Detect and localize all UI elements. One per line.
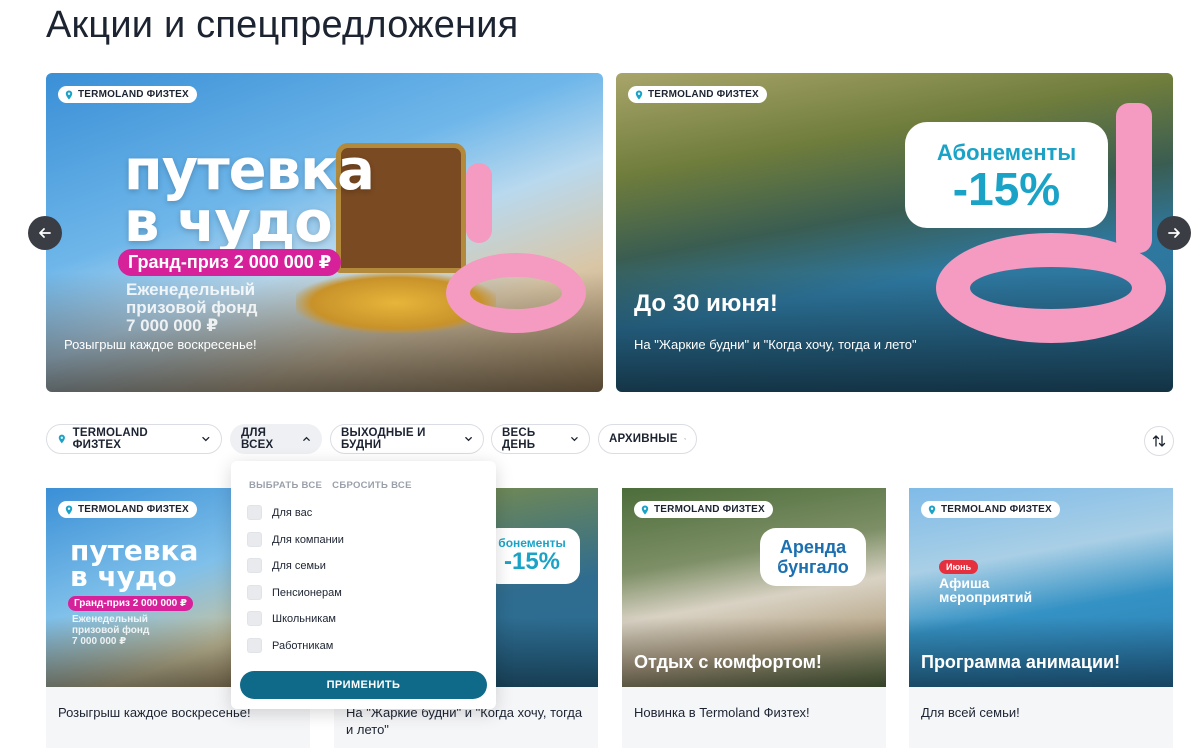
promo-card-bungalow[interactable]: TERMOLAND ФИЗТЕХ Аренда бунгало Отдых с … (622, 488, 886, 748)
location-badge-label: TERMOLAND ФИЗТЕХ (78, 89, 189, 100)
weekly-fund-text: Еженедельный призовой фонд 7 000 000 ₽ (126, 280, 258, 335)
sort-arrows-icon (1152, 435, 1166, 447)
promo-card-animation[interactable]: TERMOLAND ФИЗТЕХ Июнь Афиша мероприятий … (909, 488, 1173, 748)
hero-banner-subscription-discount[interactable]: TERMOLAND ФИЗТЕХ До 30 июня! На "Жаркие … (616, 73, 1173, 392)
card-art-title: путевка в чудо (70, 534, 199, 593)
location-pin-icon (65, 90, 73, 99)
option-label: Для семьи (272, 559, 326, 572)
weekly-fund-text: Еженедельный призовой фонд 7 000 000 ₽ (72, 614, 150, 647)
arrow-right-icon (1168, 228, 1180, 238)
filter-audience[interactable]: ДЛЯ ВСЕХ (230, 424, 322, 454)
promo-card-image: TERMOLAND ФИЗТЕХ Июнь Афиша мероприятий … (909, 488, 1173, 687)
promo-card-image: TERMOLAND ФИЗТЕХ Аренда бунгало Отдых с … (622, 488, 886, 687)
flamingo-neck-image (466, 163, 492, 243)
filter-location[interactable]: TERMOLAND ФИЗТЕХ (46, 424, 222, 454)
option-label: Пенсионерам (272, 586, 342, 599)
promo-card-text: Новинка в Termoland Физтех! (634, 705, 810, 720)
audience-option-schoolchildren[interactable]: Школьникам (247, 611, 336, 626)
location-badge-label: TERMOLAND ФИЗТЕХ (941, 504, 1052, 515)
bungalow-rent-tag: Аренда бунгало (760, 528, 866, 586)
location-badge: TERMOLAND ФИЗТЕХ (628, 86, 767, 103)
flamingo-float-image (446, 253, 586, 333)
select-all-link[interactable]: ВЫБРАТЬ ВСЕ (249, 480, 322, 491)
carousel-next-button[interactable] (1157, 216, 1191, 250)
page-title: Акции и спецпредложения (46, 4, 519, 46)
filter-archive[interactable]: АРХИВНЫЕ (598, 424, 697, 454)
audience-option-employees[interactable]: Работникам (247, 638, 333, 653)
option-label: Для вас (272, 506, 313, 519)
card-overlay-title: Программа анимации! (921, 652, 1121, 672)
location-badge: TERMOLAND ФИЗТЕХ (634, 501, 773, 518)
location-pin-icon (65, 505, 73, 514)
arrow-left-icon (39, 228, 51, 238)
filter-time-label: ВЕСЬ ДЕНЬ (502, 427, 536, 451)
checkbox[interactable] (247, 638, 262, 653)
location-badge-label: TERMOLAND ФИЗТЕХ (648, 89, 759, 100)
audience-option-company[interactable]: Для компании (247, 532, 344, 547)
hero-headline: До 30 июня! (634, 290, 778, 317)
promo-card-text: На "Жаркие будни" и "Когда хочу, тогда и… (346, 705, 583, 737)
chevron-down-icon (202, 436, 210, 442)
location-badge-label: TERMOLAND ФИЗТЕХ (78, 504, 189, 515)
dropdown-actions: ВЫБРАТЬ ВСЕ СБРОСИТЬ ВСЕ (249, 480, 412, 491)
checkbox[interactable] (247, 558, 262, 573)
location-pin-icon (928, 505, 936, 514)
checkbox[interactable] (247, 611, 262, 626)
audience-option-pensioners[interactable]: Пенсионерам (247, 585, 342, 600)
discount-promo-card: Абонементы -15% (905, 122, 1108, 228)
location-badge-label: TERMOLAND ФИЗТЕХ (654, 504, 765, 515)
hero-banner-prize-draw[interactable]: TERMOLAND ФИЗТЕХ путевка в чудо Гранд-пр… (46, 73, 603, 392)
audience-dropdown: ВЫБРАТЬ ВСЕ СБРОСИТЬ ВСЕ Для вас Для ком… (231, 461, 496, 709)
filter-archive-label: АРХИВНЫЕ (609, 433, 678, 445)
discount-promo-card: бонементы -15% (484, 528, 580, 584)
hero-caption: Розыгрыш каждое воскресенье! (64, 337, 257, 352)
location-badge: TERMOLAND ФИЗТЕХ (58, 86, 197, 103)
option-label: Школьникам (272, 612, 336, 625)
filter-days[interactable]: ВЫХОДНЫЕ И БУДНИ (330, 424, 484, 454)
checkbox[interactable] (247, 585, 262, 600)
audience-option-for-you[interactable]: Для вас (247, 505, 312, 520)
checkbox[interactable] (247, 532, 262, 547)
flamingo-neck-image (1116, 103, 1152, 253)
apply-button[interactable]: ПРИМЕНИТЬ (240, 671, 487, 699)
sort-button[interactable] (1144, 426, 1174, 456)
location-pin-icon (635, 90, 643, 99)
promo-card-text: Для всей семьи! (921, 705, 1020, 720)
hero-caption: На "Жаркие будни" и "Когда хочу, тогда и… (634, 337, 917, 352)
checkbox[interactable] (247, 505, 262, 520)
events-poster-title: Афиша мероприятий (939, 575, 1033, 605)
grand-prize-badge: Гранд-приз 2 000 000 ₽ (68, 596, 193, 611)
chevron-down-icon (571, 437, 578, 442)
promo-line2: -15% (952, 163, 1061, 215)
option-label: Работникам (272, 639, 334, 652)
month-badge: Июнь (939, 560, 979, 574)
location-badge: TERMOLAND ФИЗТЕХ (921, 501, 1060, 518)
audience-option-family[interactable]: Для семьи (247, 558, 326, 573)
card-overlay-title: Отдых с комфортом! (634, 652, 822, 672)
chevron-down-icon (683, 438, 686, 440)
chevron-down-icon (465, 436, 472, 442)
grand-prize-badge: Гранд-приз 2 000 000 ₽ (118, 249, 342, 276)
hero-art-title: путевка в чудо (124, 138, 375, 255)
option-label: Для компании (272, 533, 344, 546)
filter-time[interactable]: ВЕСЬ ДЕНЬ (491, 424, 590, 454)
carousel-prev-button[interactable] (28, 216, 62, 250)
reset-all-link[interactable]: СБРОСИТЬ ВСЕ (332, 480, 412, 491)
filter-audience-label: ДЛЯ ВСЕХ (241, 427, 274, 451)
location-pin-icon (58, 434, 65, 444)
filter-days-label: ВЫХОДНЫЕ И БУДНИ (341, 427, 426, 451)
location-pin-icon (641, 505, 649, 514)
location-badge: TERMOLAND ФИЗТЕХ (58, 501, 197, 518)
filter-location-label: TERMOLAND ФИЗТЕХ (72, 427, 148, 451)
chevron-up-icon (303, 436, 310, 441)
